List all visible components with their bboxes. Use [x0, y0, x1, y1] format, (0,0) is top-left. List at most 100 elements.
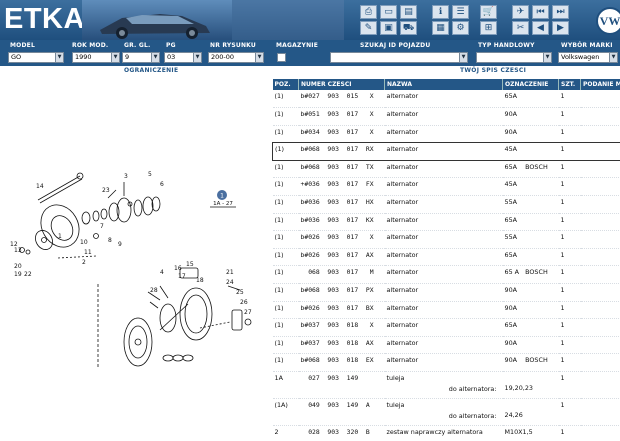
cell-designation: 65A [502, 213, 559, 232]
table-row[interactable]: (1) b#068 903 018 EX alternator 90A BOSCH 1 [272, 353, 620, 372]
cell-model [580, 283, 620, 302]
model-select[interactable]: GO [8, 52, 56, 63]
label-25: 25 [236, 289, 244, 296]
exploded-parts-drawing[interactable]: 1 1A - 27 14 23 3 5 6 7 8 9 10 11 12 13 … [0, 78, 272, 441]
subgroup-select[interactable]: 03 [164, 52, 194, 63]
table-row[interactable]: (1) b#036 903 017 HX alternator 55A 1 [272, 195, 620, 214]
cell-position: (1) [272, 230, 299, 249]
table-row[interactable]: 2 028 903 320 Bzestaw naprawczy alternat… [272, 425, 620, 441]
display-icon[interactable]: ▭ [380, 5, 397, 19]
chevron-down-icon[interactable]: ▼ [459, 52, 468, 63]
year-select[interactable]: 1990 [72, 52, 112, 63]
table-row[interactable]: (1) b#051 903 017 Xalternator 90A 1 [272, 107, 620, 126]
cell-designation: 90A BOSCH [502, 353, 559, 372]
table-row[interactable]: (1) b#026 903 017 BX alternator 90A 1 [272, 301, 620, 320]
brand-select[interactable]: Volkswagen [558, 52, 610, 63]
cell-quantity: 1 [558, 90, 581, 109]
cell-quantity: 1 [558, 353, 581, 372]
cell-part-number: b#068 903 017 RX [298, 142, 385, 161]
label-3: 3 [124, 173, 128, 180]
label-16: 16 [174, 265, 182, 272]
marka-label: WYBÓR MARKI [561, 42, 613, 49]
cell-position: (1) [272, 248, 299, 267]
designation-value: 65A [504, 92, 518, 100]
table-row[interactable]: (1) b#037 903 018 AX alternator 90A 1 [272, 336, 620, 355]
print-icon[interactable]: ⎙ [360, 5, 377, 19]
column-header-part-number[interactable]: NUMER CZESCI [298, 79, 385, 90]
chevron-down-icon[interactable]: ▼ [193, 52, 202, 63]
vehicle-id-input[interactable] [330, 52, 460, 63]
column-header-designation[interactable]: OZNACZENIE [502, 79, 559, 90]
table-row[interactable]: (1) b#068 903 017 RX alternator 45A 1 [272, 142, 620, 161]
catalog-icon[interactable]: ▦ [432, 21, 449, 35]
designation-value: 90A [504, 303, 518, 312]
table-row[interactable]: (1) b#026 903 017 AX alternator 65A 1 [272, 248, 620, 267]
cell-position: (1) [272, 336, 299, 355]
cell-name: alternator [384, 265, 503, 285]
table-row[interactable]: (1) b#026 903 017 Xalternator 55A 1 [272, 230, 620, 249]
next-page-icon[interactable]: ▶ [552, 21, 569, 35]
table-row[interactable]: 1A 027 903 149 tuleja do alternatora: 19,20… [272, 371, 620, 399]
edit-icon[interactable]: ✎ [360, 21, 377, 35]
table-row[interactable]: (1) 068 903 017 Malternator 65 A BOSCH 1 [272, 265, 620, 285]
cell-name: alternator [384, 336, 503, 355]
in-stock-checkbox[interactable] [277, 53, 286, 62]
table-row[interactable]: (1) b#036 903 017 KX alternator 65A 1 [272, 213, 620, 232]
chevron-down-icon[interactable]: ▼ [151, 52, 160, 63]
parts-icon[interactable]: ⚙ [452, 21, 469, 35]
image-icon[interactable]: ▤ [400, 5, 417, 19]
chevron-down-icon[interactable]: ▼ [609, 52, 618, 63]
cell-designation: 90A [502, 301, 559, 320]
column-header-poz[interactable]: POZ. [272, 79, 299, 90]
cell-name: zestaw naprawczy alternatora [384, 425, 503, 441]
label-2: 2 [82, 259, 86, 266]
trade-type-select[interactable] [476, 52, 544, 63]
cell-position: (1) [272, 160, 299, 179]
designation-value: 65A [504, 321, 518, 330]
table-row[interactable]: (1) b#068 903 017 TX alternator 65A BOSCH 1 [272, 160, 620, 179]
list-icon[interactable]: ☰ [452, 5, 469, 19]
cell-quantity: 1 [558, 125, 581, 144]
chevron-down-icon[interactable]: ▼ [111, 52, 120, 63]
cell-position: (1) [272, 353, 299, 372]
cell-part-number: b#068 903 017 TX [298, 160, 385, 179]
part-name: alternator [386, 250, 419, 259]
cell-part-number: 049 903 149 A [298, 398, 385, 426]
table-row[interactable]: (1) b#027 903 015 Xalternator 65A 1 [272, 90, 620, 109]
parts-table-body: (1) b#027 903 015 Xalternator 65A 1 (1) b#051… [272, 90, 620, 441]
tools-icon[interactable]: ✂ [512, 21, 529, 35]
table-row[interactable]: (1) +#036 903 017 FX alternator 45A 1 [272, 177, 620, 197]
diagram-callout[interactable]: 1 1A - 27 [210, 190, 236, 208]
column-header-name[interactable]: NAZWA [384, 79, 503, 90]
cell-position: (1) [272, 177, 299, 197]
table-row[interactable]: (1) b#034 903 017 Xalternator 90A 1 [272, 125, 620, 144]
part-name: alternator [386, 286, 419, 295]
part-name: zestaw naprawczy alternatora [386, 428, 483, 436]
table-row[interactable]: (1) b#037 903 018 Xalternator 65A 1 [272, 318, 620, 337]
chevron-down-icon[interactable]: ▼ [255, 52, 264, 63]
cell-name: alternator [384, 125, 503, 144]
basket-icon[interactable]: ⊞ [480, 21, 497, 35]
last-page-icon[interactable]: ⏭ [552, 5, 569, 19]
illustration-select[interactable]: 200-00 [208, 52, 256, 63]
table-row[interactable]: (1A) 049 903 149 Atuleja do alternatora: 2… [272, 398, 620, 426]
chevron-down-icon[interactable]: ▼ [55, 52, 64, 63]
chevron-down-icon[interactable]: ▼ [543, 52, 552, 63]
main-group-select[interactable]: 9 [122, 52, 152, 63]
cell-position: (1A) [272, 398, 299, 426]
designation-value: 65A [504, 215, 518, 224]
column-header-qty[interactable]: SZT. [558, 79, 581, 90]
prev-page-icon[interactable]: ◀ [532, 21, 549, 35]
table-row[interactable]: (1) b#068 903 017 PX alternator 90A 1 [272, 283, 620, 302]
column-header-model[interactable]: PODANIE MODELU [580, 79, 620, 90]
pin-icon[interactable]: ✈ [512, 5, 529, 19]
car-icon[interactable]: ⛟ [400, 21, 417, 35]
designation-value: 45A [504, 145, 518, 154]
cell-position: (1) [272, 318, 299, 337]
view-icon[interactable]: ▣ [380, 21, 397, 35]
info-icon[interactable]: ℹ [432, 5, 449, 19]
label-7: 7 [100, 223, 104, 230]
cart-icon[interactable]: 🛒 [480, 5, 497, 19]
first-page-icon[interactable]: ⏮ [532, 5, 549, 19]
restriction-label: OGRANICZENIE [124, 67, 179, 74]
